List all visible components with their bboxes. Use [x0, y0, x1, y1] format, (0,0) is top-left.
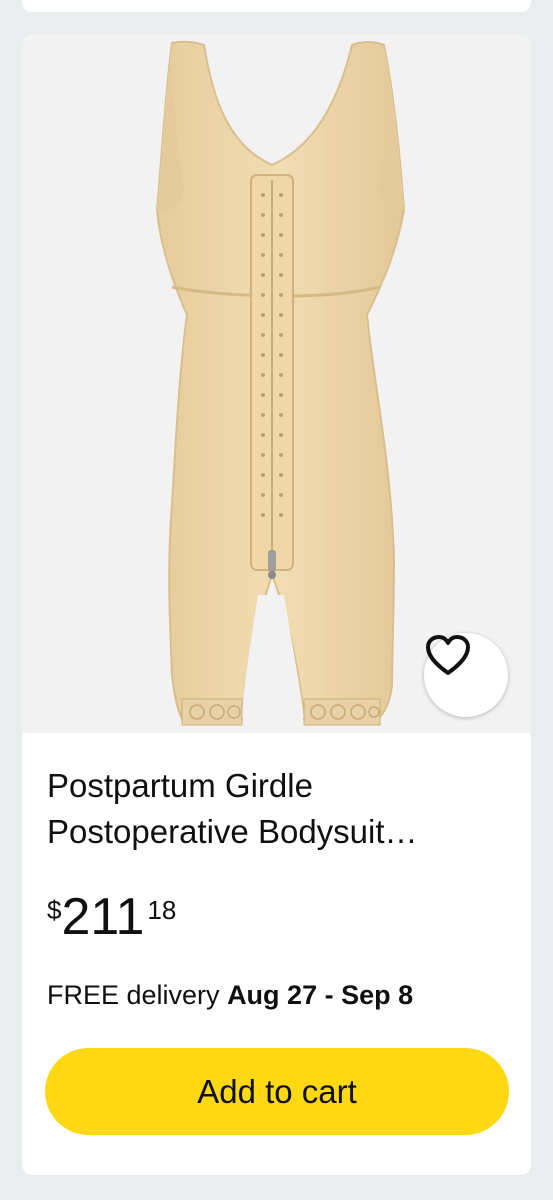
- product-card[interactable]: Postpartum Girdle Postoperative Bodysuit…: [22, 35, 531, 1175]
- delivery-info: FREE delivery Aug 27 - Sep 8: [47, 977, 413, 1013]
- delivery-dates: Aug 27 - Sep 8: [227, 980, 414, 1010]
- wishlist-button[interactable]: [424, 633, 508, 717]
- price-fraction: 18: [147, 895, 177, 925]
- price-currency-symbol: $: [47, 895, 62, 925]
- price-whole: 211: [61, 888, 145, 946]
- add-to-cart-button[interactable]: Add to cart: [45, 1048, 509, 1135]
- product-title[interactable]: Postpartum Girdle Postoperative Bodysuit…: [47, 763, 507, 855]
- product-image[interactable]: [22, 35, 531, 733]
- previous-product-card: [22, 0, 531, 12]
- bodysuit-image: [155, 40, 406, 726]
- heart-outline-icon: [426, 635, 470, 675]
- delivery-prefix: FREE delivery: [47, 980, 228, 1010]
- product-price: $211 18: [47, 887, 176, 947]
